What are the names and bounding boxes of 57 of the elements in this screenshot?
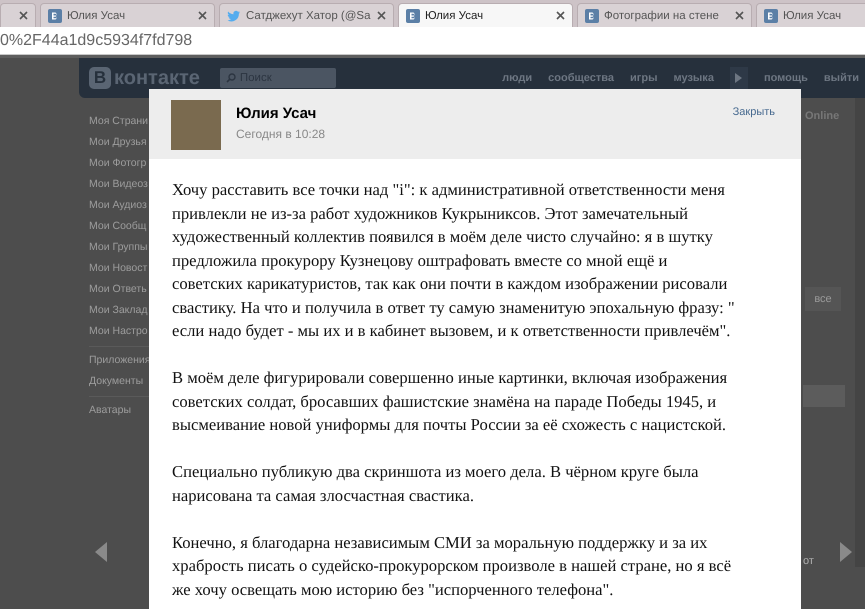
sidebar-link[interactable]: Мои Фотогр xyxy=(89,153,149,174)
nav-link[interactable]: сообщества xyxy=(548,72,614,84)
tab-title: Юлия Усач xyxy=(783,10,842,22)
nav-link[interactable]: люди xyxy=(502,72,532,84)
browser-tab[interactable]: Фотографии на стене xyxy=(577,3,752,27)
sidebar-link[interactable]: Мои Видеоз xyxy=(89,174,149,195)
tab-title: Юлия Усач xyxy=(425,10,484,22)
vk-icon xyxy=(406,8,420,22)
play-icon xyxy=(735,73,742,83)
sidebar-link[interactable]: Мои Заклад xyxy=(89,300,149,321)
footer-text: от xyxy=(803,555,815,567)
sidebar-link[interactable]: Моя Страни xyxy=(89,111,149,132)
vk-icon xyxy=(585,8,599,22)
search-icon xyxy=(226,73,236,83)
next-arrow-icon[interactable] xyxy=(840,542,852,562)
post-paragraph: Конечно, я благодарна независимым СМИ за моральную поддержку и за их храбрость писать о судейско-прокурорском произволе в нашей стране, но я всё же хочу освещать мою историю без "испорченного телефона". xyxy=(172,532,732,601)
post-paragraph: Хочу расставить все точки над "i": к административной ответственности меня привлекли не из-за работ художников Кукрыниксов. Этот замечательный художественный коллектив появился в моём деле чисто случайно: я в шутку предложила прокурору Кузнецову оштрафовать вместе со мной ещё и советских карикатуристов, так как они почти в каждом изображении рисовали свастику. На что и получила в ответ ту самую знаменитую эпохальную фразу: " если надо будет - мы их и в кабинет вызовем, и к ответственности привлечём". xyxy=(172,179,736,342)
sidebar-link[interactable]: Аватары xyxy=(89,400,149,421)
avatar-placeholder xyxy=(171,100,221,150)
author-name[interactable]: Юлия Усач xyxy=(236,105,712,122)
browser-tab[interactable]: Юлия Усач xyxy=(756,3,865,27)
tab-title: Фотографии на стене xyxy=(604,10,720,22)
vk-icon xyxy=(764,8,778,22)
post-paragraph: В моём деле фигурировали совершенно иные картинки, включая изображения советских солдат, бросавших фашистские знамёна на параде Победы 1945, и высмеивание новой униформы для почты России за её схожесть с нацистской. xyxy=(172,367,728,436)
browser-tab[interactable]: Юлия Усач xyxy=(398,3,573,27)
nav-link[interactable]: помощь xyxy=(764,72,808,84)
nav-link[interactable]: выйти xyxy=(824,72,859,84)
previous-arrow-icon[interactable] xyxy=(95,542,107,562)
browser-tab[interactable]: Сатджехут Хатор (@Sa xyxy=(219,3,394,27)
sidebar-link[interactable]: Мои Ответь xyxy=(89,279,149,300)
close-link[interactable]: Закрыть xyxy=(726,100,781,119)
address-bar[interactable]: 0%2F44a1d9c5934f7fd798 xyxy=(0,27,865,55)
bird-icon xyxy=(227,8,241,22)
sidebar-link[interactable]: Мои Настро xyxy=(89,321,149,342)
sidebar-link[interactable]: Приложения xyxy=(89,350,149,371)
close-icon[interactable] xyxy=(198,11,207,20)
post-paragraph: Специально публикую два скриншота из моего дела. В чёрном круге была нарисована та самая злосчастная свастика. xyxy=(172,461,700,506)
sidebar-link[interactable]: Мои Аудиоз xyxy=(89,195,149,216)
all-button[interactable]: все xyxy=(805,287,841,311)
nav-link[interactable]: музыка xyxy=(673,72,714,84)
browser-tab[interactable]: Юлия Усач xyxy=(40,3,215,27)
sidebar-link[interactable]: Мои Новост xyxy=(89,258,149,279)
close-icon[interactable] xyxy=(735,11,744,20)
sidebar-link[interactable]: Документы xyxy=(89,371,149,392)
play-button[interactable] xyxy=(730,67,748,89)
vk-icon xyxy=(48,8,62,22)
post-time: Сегодня в 10:28 xyxy=(236,127,326,141)
close-icon[interactable] xyxy=(377,11,386,20)
nav-link[interactable]: игры xyxy=(630,72,658,84)
sidebar-link[interactable]: Мои Группы xyxy=(89,237,149,258)
sidebar-link[interactable]: Мои Сообщ xyxy=(89,216,149,237)
tab-title: Юлия Усач xyxy=(67,10,126,22)
sidebar-link[interactable]: Мои Друзья xyxy=(89,132,149,153)
close-icon[interactable] xyxy=(556,11,565,20)
browser-tab[interactable] xyxy=(0,3,36,27)
tab-title: Сатджехут Хатор (@Sa xyxy=(246,10,372,22)
close-icon[interactable] xyxy=(19,11,28,20)
